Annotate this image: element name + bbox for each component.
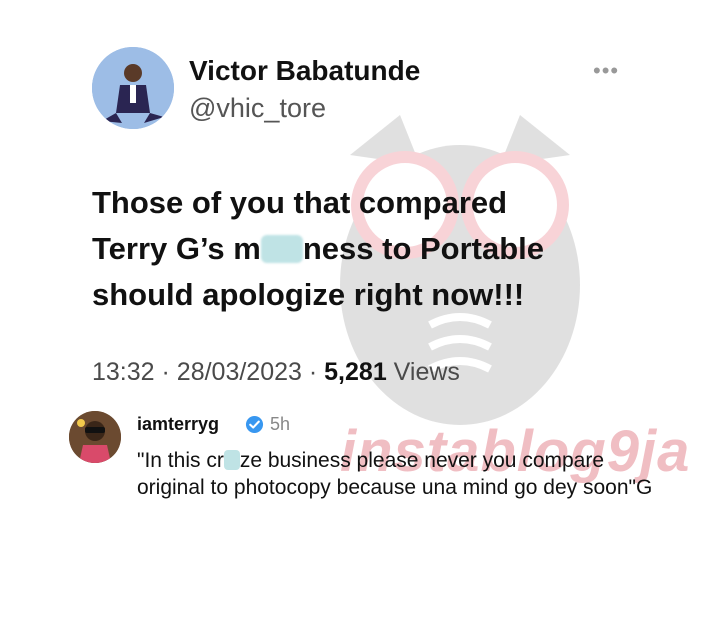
comment-time: 5h <box>270 414 291 434</box>
screenshot-page: instablog9ja Victor Babatunde @vhic_tore… <box>0 0 720 639</box>
more-options-icon[interactable]: ••• <box>593 58 619 84</box>
commenter-avatar[interactable] <box>69 411 121 463</box>
tweet-meta: 13:32 · 28/03/2023 · 5,281 Views <box>92 358 460 387</box>
commenter-username[interactable]: iamterryg <box>137 414 219 435</box>
person-photo-icon <box>69 411 121 463</box>
tweet-line-2: Terry G’s m ness to Portable <box>92 226 652 272</box>
tweet-line-2-start: Terry G’s m <box>92 231 261 266</box>
person-photo-icon <box>92 47 174 129</box>
censor-blur <box>260 235 303 263</box>
censor-blur <box>223 450 240 470</box>
comment-text: "In this cr ze business please never you … <box>137 447 657 501</box>
author-handle[interactable]: @vhic_tore <box>189 93 326 124</box>
views-label: Views <box>393 358 460 386</box>
comment-text-start: "In this cr <box>137 449 224 472</box>
tweet-time[interactable]: 13:32 <box>92 358 155 386</box>
separator: · <box>161 358 170 386</box>
verified-badge-icon <box>245 415 264 434</box>
views-count: 5,281 <box>324 358 387 386</box>
tweet-date[interactable]: 28/03/2023 <box>177 358 302 386</box>
tweet-line-2-end: ness to Portable <box>302 231 545 266</box>
author-avatar[interactable] <box>92 47 174 129</box>
tweet-line-1: Those of you that compared <box>92 185 508 220</box>
tweet-text: Those of you that compared Terry G’s m ne… <box>92 180 652 318</box>
author-display-name[interactable]: Victor Babatunde <box>189 55 420 87</box>
tweet-line-3: should apologize right now!!! <box>92 277 525 312</box>
separator: · <box>308 358 318 386</box>
